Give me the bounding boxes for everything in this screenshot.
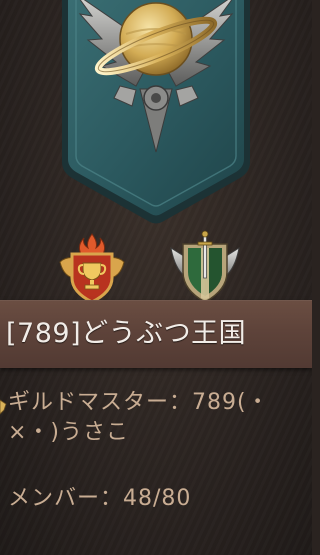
guild-master-line: ギルドマスター：789(・×・)うさこ: [8, 388, 308, 448]
guild-name: [789]どうぶつ王国: [6, 318, 247, 349]
guild-master-label: ギルドマスター：: [8, 390, 193, 415]
crown-icon: [0, 399, 7, 415]
guild-member-info: メンバー：48/80: [8, 484, 191, 514]
guild-profile-panel: [789]どうぶつ王国 ギルドマスター：789(・×・)うさこ メンバー：48/…: [0, 0, 312, 555]
trophy-rank-icon[interactable]: [52, 232, 132, 304]
guild-banner-icon: [62, 0, 250, 224]
sword-shield-faction-icon[interactable]: [165, 230, 245, 304]
guild-member-count: 48/80: [123, 486, 192, 511]
guild-member-label: メンバー：: [8, 486, 124, 511]
guild-master-info: ギルドマスター：789(・×・)うさこ: [8, 388, 308, 448]
